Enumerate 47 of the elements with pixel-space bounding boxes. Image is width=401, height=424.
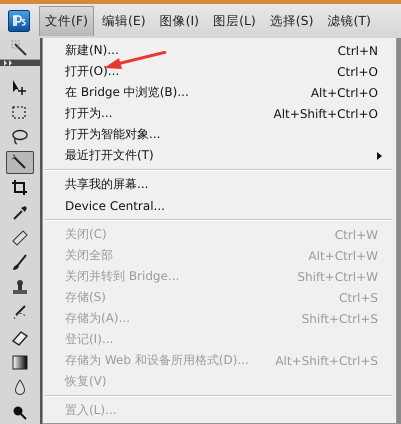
shortcut-label: Ctrl+S [338,290,378,304]
menu-title[interactable]: 文件(F) [39,6,94,36]
menu-item[interactable]: 打开为... Alt+Shift+Ctrl+O [43,103,396,124]
tool-button[interactable] [6,151,34,174]
menu-title[interactable]: 图层(L) [207,6,262,36]
app-logo-icon[interactable] [8,10,30,32]
shortcut-label: Ctrl+W [334,228,378,242]
menu-item-label: 在 Bridge 中浏览(B)... [65,84,189,101]
menu-title[interactable]: 滤镜(T) [321,6,377,36]
menu-title[interactable]: 图像(I) [154,6,206,36]
shortcut-label: Shift+Ctrl+S [302,312,378,326]
menu-item[interactable]: 最近打开文件(T) [43,145,396,166]
menu-item-label: 关闭并转到 Bridge... [65,268,180,285]
lasso-icon [10,128,30,148]
menu-item-label: 打开为智能对象... [65,126,160,143]
menu-item-label: 存储为 Web 和设备所用格式(D)... [65,352,249,369]
menu-item[interactable]: 在 Bridge 中浏览(B)... Alt+Ctrl+O [43,82,396,103]
shortcut-label: Alt+Shift+Ctrl+S [275,354,378,368]
shortcut-label: Alt+Ctrl+O [310,86,378,100]
menu-item-label: 置入(L)... [65,402,116,419]
crop-icon [10,178,30,198]
shortcut-label: Ctrl+N [338,44,378,58]
expand-icon[interactable] [4,60,13,66]
shortcut-label: Ctrl+O [337,64,378,78]
shortcut-label: Alt+Ctrl+W [308,248,378,262]
menu-item-label: 关闭全部 [65,247,113,264]
menu-item-label: 打开(O)... [65,63,120,80]
menu-item[interactable]: 新建(N)... Ctrl+N [43,40,396,61]
menu-item[interactable]: 打开(O)... Ctrl+O [43,61,396,82]
menu-item-label: 打开为... [65,105,112,122]
menu-title[interactable]: 选择(S) [264,6,320,36]
menu-item-label: 存储(S) [65,289,106,306]
menu-item[interactable]: 打开为智能对象... [43,124,396,145]
menu-item-label: 关闭(C) [65,226,107,243]
menu-item-label: 恢复(V) [65,373,107,390]
menu-item[interactable]: Device Central... [43,195,396,216]
menu-item-label: 登记(I)... [65,331,114,348]
menu-item[interactable]: 共享我的屏幕... [43,174,396,195]
menu-item-label: Device Central... [65,198,165,212]
menu-item-label: 最近打开文件(T) [65,147,154,164]
menu-item-label: 共享我的屏幕... [65,176,148,193]
menu-item-label: 新建(N)... [65,42,119,59]
shortcut-label: Shift+Ctrl+W [297,270,378,284]
menu-item-label: 存储为(A)... [65,310,130,327]
shortcut-label: Alt+Shift+Ctrl+O [274,106,378,120]
gradient-icon [10,352,30,372]
menu-title[interactable]: 编辑(E) [96,6,152,36]
